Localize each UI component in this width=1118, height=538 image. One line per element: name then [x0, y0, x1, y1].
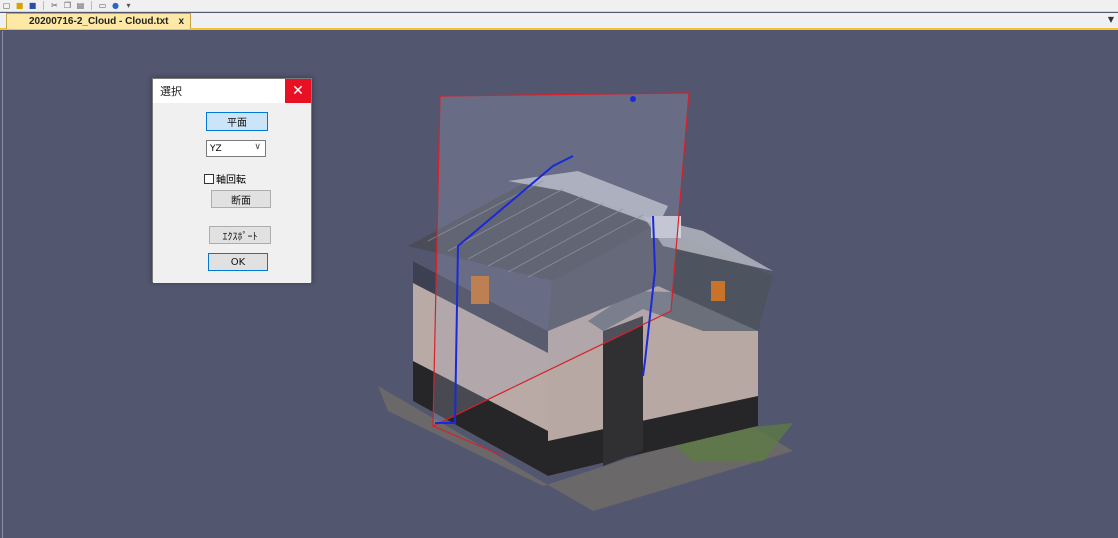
- rotate-axis-label: 軸回転: [216, 175, 246, 186]
- close-icon[interactable]: ✕: [285, 79, 311, 103]
- open-folder-icon[interactable]: ■: [15, 1, 24, 10]
- toolbar: ▢ ■ ■ ✂ ❐ ▤ ▭ ● ▾: [0, 0, 1118, 12]
- tab-close-icon[interactable]: x: [178, 16, 184, 27]
- selection-dialog: 選択 ✕ 平面 YZ ∨ 軸回転 断面 ｴｸｽﾎﾟｰﾄ OK: [152, 78, 312, 283]
- section-button[interactable]: 断面: [211, 190, 271, 208]
- axis-select[interactable]: YZ ∨: [206, 140, 266, 157]
- tab-list-dropdown-icon[interactable]: ▼: [1108, 15, 1114, 24]
- copy-icon[interactable]: ❐: [63, 1, 72, 10]
- document-tabstrip: 20200716-2_Cloud - Cloud.txt x ▼: [0, 13, 1118, 30]
- tab-cloud-document[interactable]: 20200716-2_Cloud - Cloud.txt x: [6, 13, 192, 29]
- plane-button[interactable]: 平面: [206, 112, 268, 131]
- paste-icon[interactable]: ▤: [76, 1, 85, 10]
- rotate-axis-checkbox[interactable]: 軸回転: [204, 171, 246, 186]
- checkbox-box[interactable]: [204, 173, 214, 184]
- export-button[interactable]: ｴｸｽﾎﾟｰﾄ: [209, 226, 271, 244]
- overflow-icon[interactable]: ▾: [124, 1, 133, 10]
- tab-label: 20200716-2_Cloud - Cloud.txt: [29, 16, 169, 27]
- section-marker: [630, 96, 636, 102]
- dialog-title: 選択: [160, 85, 182, 98]
- axis-select-value: YZ: [210, 143, 222, 154]
- help-icon[interactable]: ●: [111, 1, 120, 10]
- cut-icon[interactable]: ✂: [50, 1, 59, 10]
- toolbar-separator: [43, 1, 44, 10]
- vent-right: [711, 281, 725, 301]
- chevron-down-icon: ∨: [254, 142, 261, 152]
- new-file-icon[interactable]: ▢: [2, 1, 11, 10]
- toolbar-separator: [91, 1, 92, 10]
- dialog-body: 平面 YZ ∨ 軸回転 断面 ｴｸｽﾎﾟｰﾄ OK: [153, 103, 311, 283]
- print-icon[interactable]: ▭: [98, 1, 107, 10]
- ok-button[interactable]: OK: [208, 253, 268, 271]
- save-icon[interactable]: ■: [28, 1, 37, 10]
- dialog-titlebar[interactable]: 選択 ✕: [153, 79, 311, 103]
